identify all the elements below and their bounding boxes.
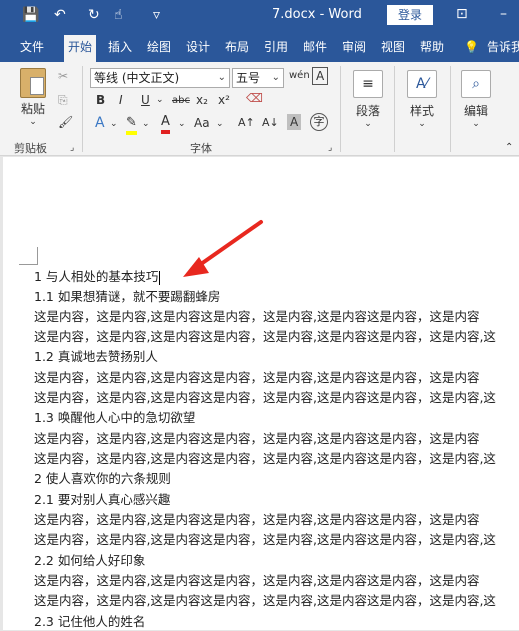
collapse-ribbon-icon[interactable]: ⌃ [505, 140, 513, 156]
editing-button[interactable]: ⌕ 编辑 ⌄ [456, 70, 496, 129]
grow-font-icon[interactable]: A↑ [238, 115, 255, 131]
italic-button[interactable]: I [119, 92, 123, 108]
font-name-select[interactable]: 等线 (中文正文) ⌄ [90, 68, 230, 88]
undo-icon[interactable]: ↶ [54, 7, 66, 23]
redo-icon[interactable]: ↻ [88, 7, 100, 23]
tab-references[interactable]: 引用 [264, 39, 288, 55]
clipboard-icon [20, 68, 46, 98]
font-launcher-icon[interactable]: ⌟ [328, 140, 332, 156]
paste-button[interactable]: 粘贴 ⌄ [16, 68, 50, 127]
strikethrough-button[interactable]: abc [172, 93, 190, 109]
copy-icon[interactable]: ⎘ [58, 92, 68, 108]
styles-icon: A⁄ [407, 70, 437, 98]
group-separator [340, 66, 341, 152]
tab-review[interactable]: 审阅 [342, 39, 366, 55]
phonetic-guide-icon[interactable]: wén [289, 68, 310, 84]
chevron-down-icon[interactable]: ⌄ [178, 116, 186, 132]
tab-insert[interactable]: 插入 [108, 39, 132, 55]
document-area: 1 与人相处的基本技巧 1.1 如果想猜谜，就不要踢翻蜂房 这是内容，这是内容,… [0, 157, 519, 630]
bold-button[interactable]: B [96, 92, 105, 108]
chevron-down-icon[interactable]: ⌄ [216, 116, 224, 132]
subscript-button[interactable]: x₂ [196, 92, 208, 108]
search-icon: ⌕ [461, 70, 491, 98]
tab-layout[interactable]: 布局 [225, 39, 249, 55]
chevron-down-icon[interactable]: ⌄ [110, 116, 118, 132]
minimize-icon[interactable]: – [500, 6, 507, 22]
change-case-button[interactable]: Aa [194, 115, 210, 131]
tab-draw[interactable]: 绘图 [147, 39, 171, 55]
tab-design[interactable]: 设计 [186, 39, 210, 55]
red-arrow-annotation [183, 220, 263, 277]
character-border-icon[interactable]: A [312, 67, 329, 85]
highlight-color-icon[interactable]: ✎ [126, 115, 137, 135]
clear-formatting-icon[interactable]: ⌫ [246, 90, 263, 106]
font-group-label: 字体 [190, 142, 212, 155]
enclose-characters-icon[interactable]: 字 [310, 113, 328, 131]
paragraph-button[interactable]: ≡ 段落 ⌄ [348, 70, 388, 129]
paragraph-icon: ≡ [353, 70, 383, 98]
chevron-down-icon: ⌄ [271, 72, 280, 83]
document-title: 7.docx - Word [272, 7, 362, 22]
tab-file[interactable]: 文件 [20, 39, 44, 55]
chevron-down-icon[interactable]: ⌄ [142, 116, 150, 132]
tab-tell-me[interactable]: 告诉我 [487, 39, 519, 55]
text-effects-icon[interactable]: A [95, 115, 105, 131]
paragraph-label: 段落 [355, 104, 380, 118]
document-page[interactable]: 1 与人相处的基本技巧 1.1 如果想猜谜，就不要踢翻蜂房 这是内容，这是内容,… [3, 157, 519, 630]
format-painter-icon[interactable]: 🖌 [58, 114, 73, 130]
chevron-down-icon: ⌄ [217, 72, 226, 83]
chevron-down-icon: ⌄ [472, 119, 480, 129]
lightbulb-icon[interactable]: 💡 [464, 39, 479, 55]
shrink-font-icon[interactable]: A↓ [262, 115, 279, 131]
title-bar: 💾 ↶ ↻ ☝ ▿ 7.docx - Word 登录 ⊡ – [0, 0, 519, 32]
cut-icon[interactable]: ✂ [58, 68, 68, 84]
underline-button[interactable]: U [141, 92, 150, 108]
styles-button[interactable]: A⁄ 样式 ⌄ [402, 70, 442, 129]
superscript-button[interactable]: x² [218, 92, 230, 108]
clipboard-group-label: 剪贴板 [14, 142, 47, 155]
chevron-down-icon[interactable]: ⌄ [156, 92, 164, 108]
clipboard-launcher-icon[interactable]: ⌟ [70, 140, 74, 156]
group-separator [394, 66, 395, 152]
save-icon[interactable]: 💾 [22, 7, 39, 23]
font-size-select[interactable]: 五号 ⌄ [232, 68, 284, 88]
font-color-button[interactable]: A [161, 114, 170, 134]
font-name-value: 等线 (中文正文) [94, 71, 180, 85]
tab-view[interactable]: 视图 [381, 39, 405, 55]
tab-help[interactable]: 帮助 [420, 39, 444, 55]
tab-home[interactable]: 开始 [64, 35, 97, 62]
chevron-down-icon: ⌄ [418, 119, 426, 129]
login-button[interactable]: 登录 [387, 5, 433, 25]
character-shading-icon[interactable]: A [287, 114, 302, 130]
ribbon-display-icon[interactable]: ⊡ [456, 6, 468, 22]
group-separator [450, 66, 451, 152]
ribbon: 粘贴 ⌄ ✂ ⎘ 🖌 剪贴板 ⌟ 等线 (中文正文) ⌄ 五号 ⌄ wén A … [0, 62, 519, 156]
tab-mailings[interactable]: 邮件 [303, 39, 327, 55]
editing-label: 编辑 [463, 104, 488, 118]
chevron-down-icon: ⌄ [364, 119, 372, 129]
font-size-value: 五号 [236, 71, 261, 85]
ribbon-tabs: 文件 开始 插入 绘图 设计 布局 引用 邮件 审阅 视图 帮助 💡 告诉我 [0, 32, 519, 62]
touch-mode-icon[interactable]: ☝ [114, 7, 123, 23]
styles-label: 样式 [409, 104, 434, 118]
customize-toolbar-icon[interactable]: ▿ [153, 7, 160, 23]
paste-label: 粘贴 [20, 102, 45, 116]
group-separator [82, 66, 83, 152]
chevron-down-icon[interactable]: ⌄ [16, 117, 50, 127]
